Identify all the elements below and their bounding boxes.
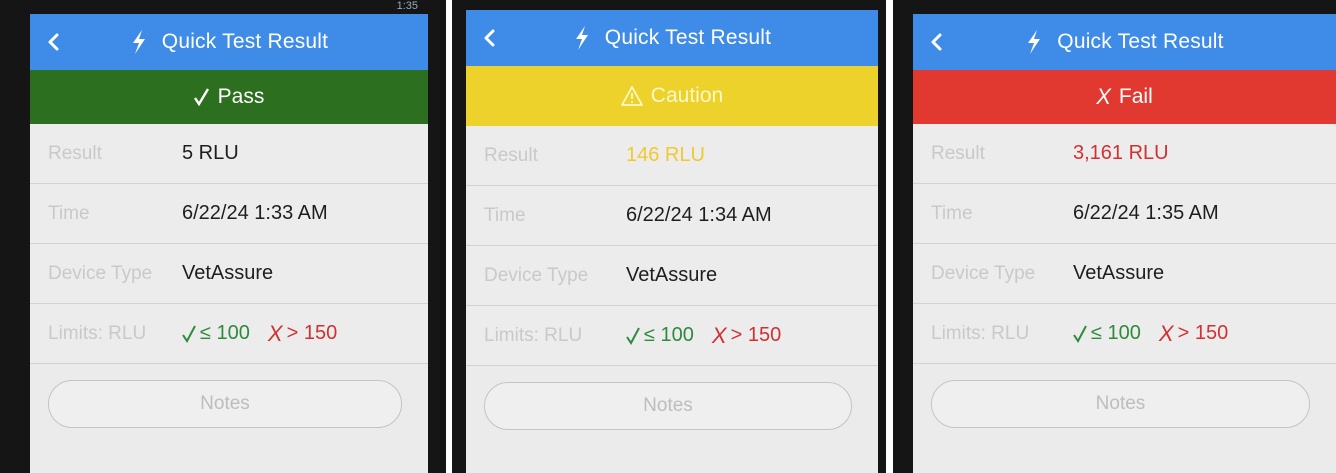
row-limits: Limits: RLU ≤ 100 X > 150 xyxy=(466,306,878,366)
panel-pass: 1:35 Quick Test Result Pass Result 5 RLU… xyxy=(0,0,446,473)
device-type-value: VetAssure xyxy=(626,264,718,286)
app-header: Quick Test Result xyxy=(30,14,428,70)
row-device-type: Device Type VetAssure xyxy=(466,246,878,306)
result-banner-pass: Pass xyxy=(30,70,428,124)
time-value: 6/22/24 1:34 AM xyxy=(626,204,772,226)
title-group: Quick Test Result xyxy=(573,25,771,51)
time-label: Time xyxy=(484,204,526,226)
limits-values: ≤ 100 X > 150 xyxy=(1073,321,1228,347)
app-header: Quick Test Result xyxy=(913,14,1336,70)
page-title: Quick Test Result xyxy=(604,26,772,49)
banner-text: Caution xyxy=(650,84,724,107)
result-value: 146 RLU xyxy=(626,144,705,166)
check-icon xyxy=(182,325,196,343)
device-type-label: Device Type xyxy=(931,262,1036,284)
result-banner-caution: Caution xyxy=(466,66,878,126)
limits-values: ≤ 100 X > 150 xyxy=(626,323,781,349)
time-label: Time xyxy=(48,202,90,224)
check-icon xyxy=(626,327,640,345)
limits-values: ≤ 100 X > 150 xyxy=(182,321,337,347)
pass-limit: ≤ 100 xyxy=(182,322,250,345)
result-details: Result 146 RLU Time 6/22/24 1:34 AM Devi… xyxy=(466,126,878,366)
pass-limit-value: ≤ 100 xyxy=(1091,322,1141,344)
panel-fail: Quick Test Result X Fail Result 3,161 RL… xyxy=(893,0,1336,473)
limits-label: Limits: RLU xyxy=(484,324,583,346)
device-type-value: VetAssure xyxy=(182,262,274,284)
time-value: 6/22/24 1:35 AM xyxy=(1073,202,1219,224)
page-title: Quick Test Result xyxy=(161,30,329,53)
lightning-bolt-icon xyxy=(132,30,145,54)
check-icon xyxy=(193,88,209,106)
phone-screen: Quick Test Result X Fail Result 3,161 RL… xyxy=(913,14,1336,473)
row-device-type: Device Type VetAssure xyxy=(913,244,1336,304)
result-value: 5 RLU xyxy=(182,142,239,164)
row-result: Result 146 RLU xyxy=(466,126,878,186)
fail-limit: X > 150 xyxy=(1159,321,1228,347)
x-icon: X xyxy=(267,320,283,346)
result-details: Result 3,161 RLU Time 6/22/24 1:35 AM De… xyxy=(913,124,1336,364)
pass-limit-value: ≤ 100 xyxy=(200,322,250,344)
banner-text: Pass xyxy=(217,85,265,108)
page-title: Quick Test Result xyxy=(1057,30,1224,53)
result-label: Result xyxy=(931,142,985,164)
row-time: Time 6/22/24 1:33 AM xyxy=(30,184,428,244)
notes-container: Notes xyxy=(913,364,1336,428)
row-limits: Limits: RLU ≤ 100 X > 150 xyxy=(30,304,428,364)
pass-limit: ≤ 100 xyxy=(626,324,694,347)
phone-screen: Quick Test Result Pass Result 5 RLU Time… xyxy=(30,14,428,473)
fail-limit: X > 150 xyxy=(712,323,781,349)
back-arrow-icon[interactable] xyxy=(925,30,949,54)
row-limits: Limits: RLU ≤ 100 X > 150 xyxy=(913,304,1336,364)
warning-icon xyxy=(620,86,643,106)
pass-limit-value: ≤ 100 xyxy=(644,324,694,346)
device-type-value: VetAssure xyxy=(1073,262,1165,284)
back-arrow-icon[interactable] xyxy=(478,26,502,50)
row-result: Result 3,161 RLU xyxy=(913,124,1336,184)
result-label: Result xyxy=(48,142,102,164)
title-group: Quick Test Result xyxy=(1025,29,1224,55)
x-icon: X xyxy=(1158,320,1174,346)
notes-container: Notes xyxy=(30,364,428,428)
device-type-label: Device Type xyxy=(48,262,153,284)
time-value: 6/22/24 1:33 AM xyxy=(182,202,328,224)
row-result: Result 5 RLU xyxy=(30,124,428,184)
notes-button[interactable]: Notes xyxy=(48,380,402,428)
fail-limit-value: > 150 xyxy=(730,324,782,346)
status-bar-time: 1:35 xyxy=(396,0,418,12)
fail-limit: X > 150 xyxy=(268,321,337,347)
result-banner-fail: X Fail xyxy=(913,70,1336,124)
banner-text: Fail xyxy=(1118,85,1153,108)
phone-screen: Quick Test Result Caution Result 146 RLU… xyxy=(466,10,878,473)
lightning-bolt-icon xyxy=(575,26,588,50)
notes-button[interactable]: Notes xyxy=(484,382,852,430)
device-type-label: Device Type xyxy=(484,264,589,286)
notes-container: Notes xyxy=(466,366,878,430)
x-icon: X xyxy=(711,322,727,348)
fail-limit-value: > 150 xyxy=(286,322,338,344)
lightning-bolt-icon xyxy=(1028,30,1041,54)
result-details: Result 5 RLU Time 6/22/24 1:33 AM Device… xyxy=(30,124,428,364)
limits-label: Limits: RLU xyxy=(931,322,1030,344)
notes-button[interactable]: Notes xyxy=(931,380,1310,428)
result-label: Result xyxy=(484,144,538,166)
back-arrow-icon[interactable] xyxy=(42,30,66,54)
limits-label: Limits: RLU xyxy=(48,322,147,344)
result-value: 3,161 RLU xyxy=(1073,142,1169,164)
pass-limit: ≤ 100 xyxy=(1073,322,1141,345)
app-header: Quick Test Result xyxy=(466,10,878,66)
row-time: Time 6/22/24 1:35 AM xyxy=(913,184,1336,244)
row-device-type: Device Type VetAssure xyxy=(30,244,428,304)
x-icon: X xyxy=(1096,84,1111,109)
fail-limit-value: > 150 xyxy=(1177,322,1229,344)
time-label: Time xyxy=(931,202,973,224)
panel-caution: Quick Test Result Caution Result 146 RLU… xyxy=(452,0,886,473)
title-group: Quick Test Result xyxy=(130,29,328,55)
check-icon xyxy=(1073,325,1087,343)
row-time: Time 6/22/24 1:34 AM xyxy=(466,186,878,246)
